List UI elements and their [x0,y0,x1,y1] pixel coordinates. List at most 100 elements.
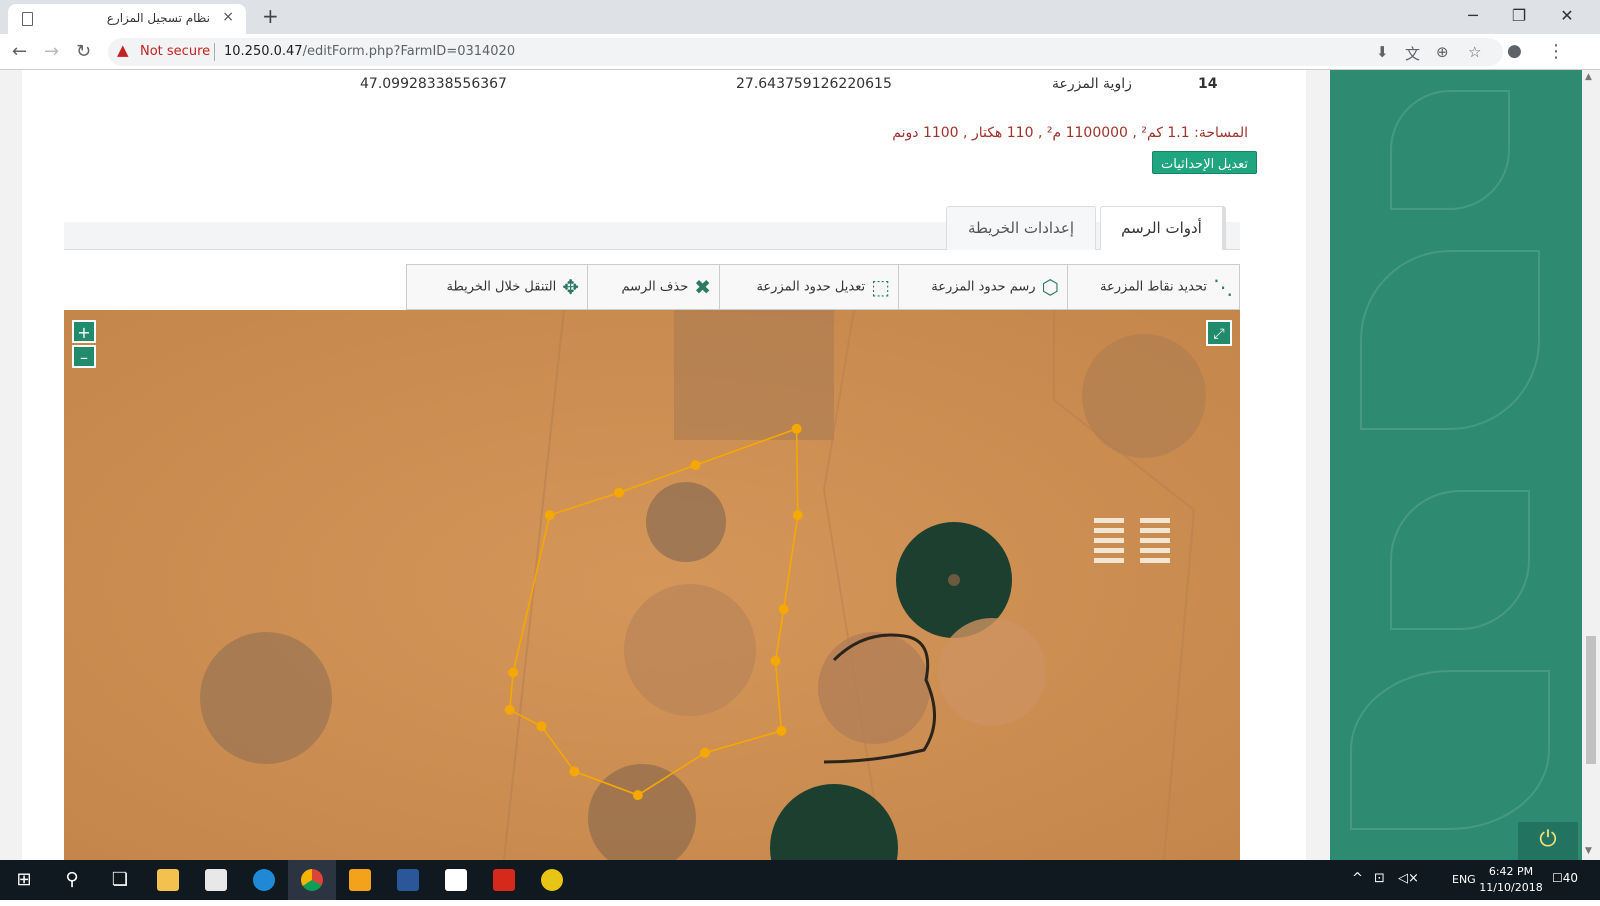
boundary-vertex[interactable] [792,510,803,521]
clock-time: 6:42 PM [1488,865,1534,878]
close-window-icon[interactable]: ✕ [1552,6,1582,25]
page-scrollbar[interactable]: ▲ ▼ [1582,70,1600,860]
grid-field [674,310,834,440]
set-points-tool[interactable]: ⋰ تحديد نقاط المزرعة [1067,265,1241,309]
boundary-vertex[interactable] [504,704,515,715]
language-indicator[interactable]: ENG [1452,873,1476,886]
edit-boundaries-tool[interactable]: ⬚ تعديل حدود المزرعة [719,265,898,309]
pivot-field [200,632,332,764]
polygon-icon: ⬡ [1041,275,1059,299]
scroll-up-icon[interactable]: ▲ [1585,72,1592,82]
browser-tab[interactable]: نظام تسجيل المزارع × [8,4,246,34]
zoom-out-button[interactable]: – [72,345,96,368]
address-bar-row: ← → ↻ ▲ Not secure 10.250.0.47/editForm.… [0,34,1600,70]
pivot-field [624,584,756,716]
leaf-pattern [1360,250,1540,430]
pan-map-tool[interactable]: ✥ التنقل خلال الخريطة [407,265,587,309]
task-view-icon[interactable]: ❏ [96,860,144,900]
menu-icon[interactable]: ⋮ [1547,41,1565,62]
move-arrows-icon: ✥ [562,275,579,299]
pan-map-label: التنقل خلال الخريطة [446,279,557,295]
search-icon[interactable]: ⚲ [48,860,96,900]
tray-chevron-icon[interactable]: ^ [1352,871,1363,886]
profile-icon[interactable]: ● [1507,41,1522,61]
photos-icon[interactable] [432,860,480,900]
delete-circle-icon: ✖ [694,275,711,299]
divider [214,43,215,61]
boundary-vertex[interactable] [776,725,787,736]
network-icon[interactable]: ⊡ [1374,871,1385,886]
delete-drawing-label: حذف الرسم [621,279,689,295]
new-tab-button[interactable]: + [262,4,279,28]
boundary-vertex[interactable] [536,721,547,732]
bookmark-star-icon[interactable]: ☆ [1468,43,1481,61]
reload-icon[interactable]: ↻ [76,41,91,62]
tab-drawing-tools[interactable]: أدوات الرسم [1100,206,1226,250]
boundary-vertex[interactable] [690,460,701,471]
not-secure-label[interactable]: Not secure [140,44,210,59]
edit-shape-icon: ⬚ [871,275,890,299]
clock[interactable]: 6:42 PM 11/10/2018 [1476,864,1546,896]
warning-icon: ▲ [117,41,129,59]
boundary-vertex[interactable] [770,655,781,666]
minimize-icon[interactable]: ─ [1458,6,1488,25]
coord-row-lon: 47.09928338556367 [360,76,507,92]
scroll-thumb[interactable] [1586,636,1596,764]
satellite-map[interactable]: + – ⤢ [64,310,1240,860]
zoom-in-button[interactable]: + [72,320,96,343]
coord-row-index: 14 [1198,76,1218,92]
delete-drawing-tool[interactable]: ✖ حذف الرسم [587,265,719,309]
tab-close-icon[interactable]: × [222,9,234,25]
word-icon[interactable] [384,860,432,900]
file-explorer-icon[interactable] [144,860,192,900]
app-icon[interactable] [528,860,576,900]
leaf-pattern [1390,490,1530,630]
internet-explorer-icon[interactable] [240,860,288,900]
pivot-field [1082,334,1206,458]
leaf-pattern [1390,90,1510,210]
boundary-vertex[interactable] [614,487,625,498]
pivot-field [646,482,726,562]
pivot-field [818,632,930,744]
url-input[interactable]: ▲ Not secure 10.250.0.47/editForm.php?Fa… [108,38,1503,66]
boundary-vertex[interactable] [791,423,802,434]
scroll-down-icon[interactable]: ▼ [1585,846,1592,856]
url-host: 10.250.0.47 [224,44,303,59]
store-icon[interactable] [192,860,240,900]
pivot-field [938,618,1046,726]
back-icon[interactable]: ← [12,41,27,62]
boundary-vertex[interactable] [778,604,789,615]
tab-map-settings[interactable]: إعدادات الخريطة [946,206,1096,250]
draw-boundaries-tool[interactable]: ⬡ رسم حدود المزرعة [898,265,1067,309]
boundary-vertex[interactable] [508,667,519,678]
blocked-download-icon[interactable]: ⬇ [1376,43,1389,61]
coord-row-lat: 27.643759126220615 [736,76,892,92]
fullscreen-button[interactable]: ⤢ [1206,320,1232,346]
draw-boundaries-label: رسم حدود المزرعة [931,279,1036,295]
map-imagery [64,310,1240,860]
boundary-vertex[interactable] [544,510,555,521]
page: 14 زاوية المزرعة 27.643759126220615 47.0… [0,70,1600,860]
boundary-vertex[interactable] [632,790,643,801]
notifications-icon[interactable]: ☐40 [1552,871,1578,885]
set-points-label: تحديد نقاط المزرعة [1100,279,1207,295]
chrome-icon[interactable] [288,860,336,900]
windows-taskbar: ⊞ ⚲ ❏ ^ ⊡ ◁× ENG 6:42 PM 11/10/2018 ☐40 [0,860,1600,900]
maximize-icon[interactable]: ❐ [1504,6,1534,25]
clock-date: 11/10/2018 [1479,881,1543,894]
outlook-icon[interactable] [336,860,384,900]
acrobat-icon[interactable] [480,860,528,900]
main-content: 14 زاوية المزرعة 27.643759126220615 47.0… [22,70,1306,860]
browser-tab-bar: نظام تسجيل المزارع × + ─ ❐ ✕ [0,0,1600,34]
url-text[interactable]: 10.250.0.47/editForm.php?FarmID=0314020 [224,44,515,59]
start-icon[interactable]: ⊞ [0,860,48,900]
page-icon [22,12,33,26]
boundary-vertex[interactable] [569,766,580,777]
boundary-vertex[interactable] [699,747,710,758]
zoom-icon[interactable]: ⊕ [1436,43,1449,61]
volume-icon[interactable]: ◁× [1398,871,1419,886]
translate-icon[interactable]: 文 [1405,43,1420,64]
forward-icon[interactable]: → [44,41,59,62]
edit-coordinates-button[interactable]: تعديل الإحداثيات [1152,151,1258,174]
logout-power-icon[interactable]: ⏻ [1518,822,1578,860]
